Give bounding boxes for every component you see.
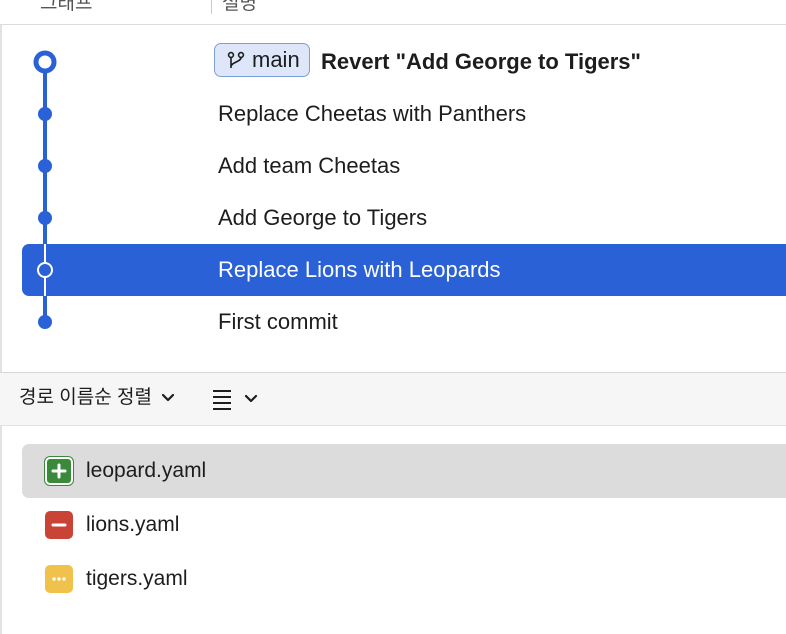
file-name: lions.yaml: [86, 513, 180, 536]
graph-node: [38, 107, 52, 121]
commit-message: Add team Cheetas: [218, 153, 401, 178]
sort-button[interactable]: 경로 이름순 정렬: [19, 373, 175, 425]
file-row[interactable]: tigers.yaml: [0, 552, 786, 606]
column-header: 그래프 설명: [0, 0, 786, 25]
column-divider[interactable]: [211, 0, 212, 14]
branch-badge[interactable]: main: [214, 43, 310, 77]
graph-node-head: [33, 50, 57, 74]
ellipsis-icon: [45, 565, 73, 593]
file-name: tigers.yaml: [86, 567, 188, 590]
list-icon: [213, 390, 231, 410]
view-mode-button[interactable]: [210, 385, 262, 413]
chevron-down-icon: [162, 393, 175, 402]
file-row[interactable]: lions.yaml: [0, 498, 786, 552]
commit-message: Replace Cheetas with Panthers: [218, 101, 527, 126]
commit-message: Replace Lions with Leopards: [218, 257, 501, 282]
plus-icon: [44, 456, 74, 486]
commit-list: main Revert "Add George to Tigers" Repla…: [0, 36, 786, 372]
branch-name: main: [252, 47, 300, 72]
branch-icon: [227, 51, 245, 68]
graph-node: [38, 159, 52, 173]
graph-node-selected: [37, 262, 53, 278]
column-header-graph[interactable]: 그래프: [40, 0, 92, 15]
commit-message: Add George to Tigers: [218, 205, 428, 230]
commit-graph: [33, 50, 57, 329]
graph-node: [38, 211, 52, 225]
commit-message: First commit: [218, 309, 338, 334]
sort-label: 경로 이름순 정렬: [19, 387, 152, 408]
commit-message: Revert "Add George to Tigers": [321, 49, 641, 74]
file-list-toolbar: 경로 이름순 정렬: [0, 372, 786, 426]
column-header-description[interactable]: 설명: [222, 0, 257, 15]
file-row-selected[interactable]: leopard.yaml: [0, 444, 786, 498]
graph-node: [38, 315, 52, 329]
chevron-down-icon: [244, 394, 258, 403]
file-name: leopard.yaml: [86, 459, 207, 482]
minus-icon: [45, 511, 73, 539]
